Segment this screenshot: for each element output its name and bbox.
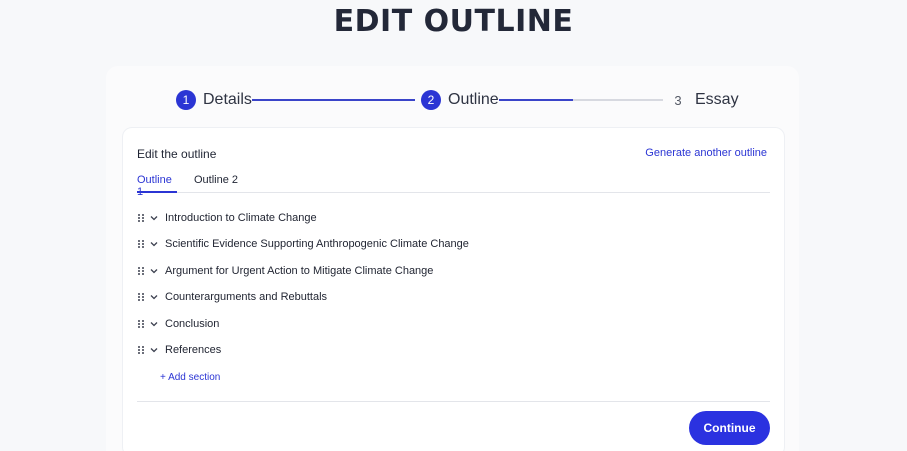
section-title[interactable]: Argument for Urgent Action to Mitigate C… <box>165 265 433 277</box>
tab-outline-1[interactable]: Outline 1 <box>137 174 177 198</box>
continue-button[interactable]: Continue <box>689 411 770 445</box>
step-outline[interactable]: 2 Outline <box>421 90 499 110</box>
section-title[interactable]: References <box>165 344 221 356</box>
step-number: 3 <box>674 92 682 108</box>
step-number: 2 <box>421 90 441 110</box>
step-label: Outline <box>448 91 499 108</box>
chevron-down-icon[interactable] <box>149 292 159 302</box>
chevron-down-icon[interactable] <box>149 345 159 355</box>
drag-handle-icon[interactable] <box>137 345 145 355</box>
section-heading: Edit the outline <box>137 147 217 161</box>
outline-tabs: Outline 1 Outline 2 <box>137 174 770 198</box>
generate-another-outline-link[interactable]: Generate another outline <box>645 147 767 159</box>
chevron-down-icon[interactable] <box>149 239 159 249</box>
add-section-button[interactable]: + Add section <box>160 372 220 383</box>
chevron-down-icon[interactable] <box>149 319 159 329</box>
drag-handle-icon[interactable] <box>137 266 145 276</box>
tab-outline-2[interactable]: Outline 2 <box>194 174 238 193</box>
drag-handle-icon[interactable] <box>137 213 145 223</box>
step-label: Essay <box>695 91 739 108</box>
step-connector <box>252 99 415 101</box>
section-title[interactable]: Scientific Evidence Supporting Anthropog… <box>165 238 469 250</box>
section-title[interactable]: Counterarguments and Rebuttals <box>165 291 327 303</box>
chevron-down-icon[interactable] <box>149 213 159 223</box>
step-details[interactable]: 1 Details <box>176 90 252 110</box>
step-label: Details <box>203 91 252 108</box>
outline-section-item[interactable]: References <box>137 342 221 358</box>
divider <box>137 401 770 402</box>
drag-handle-icon[interactable] <box>137 239 145 249</box>
step-number: 1 <box>176 90 196 110</box>
outline-section-item[interactable]: Conclusion <box>137 316 219 332</box>
outline-section-item[interactable]: Introduction to Climate Change <box>137 210 317 226</box>
section-title[interactable]: Conclusion <box>165 318 219 330</box>
step-essay[interactable]: 3 Essay <box>668 90 739 110</box>
step-connector <box>499 99 663 101</box>
drag-handle-icon[interactable] <box>137 292 145 302</box>
outline-section-item[interactable]: Counterarguments and Rebuttals <box>137 289 327 305</box>
section-title[interactable]: Introduction to Climate Change <box>165 212 317 224</box>
outline-section-item[interactable]: Scientific Evidence Supporting Anthropog… <box>137 236 469 252</box>
drag-handle-icon[interactable] <box>137 319 145 329</box>
outline-section-item[interactable]: Argument for Urgent Action to Mitigate C… <box>137 263 433 279</box>
chevron-down-icon[interactable] <box>149 266 159 276</box>
page-title: EDIT OUTLINE <box>333 4 574 39</box>
